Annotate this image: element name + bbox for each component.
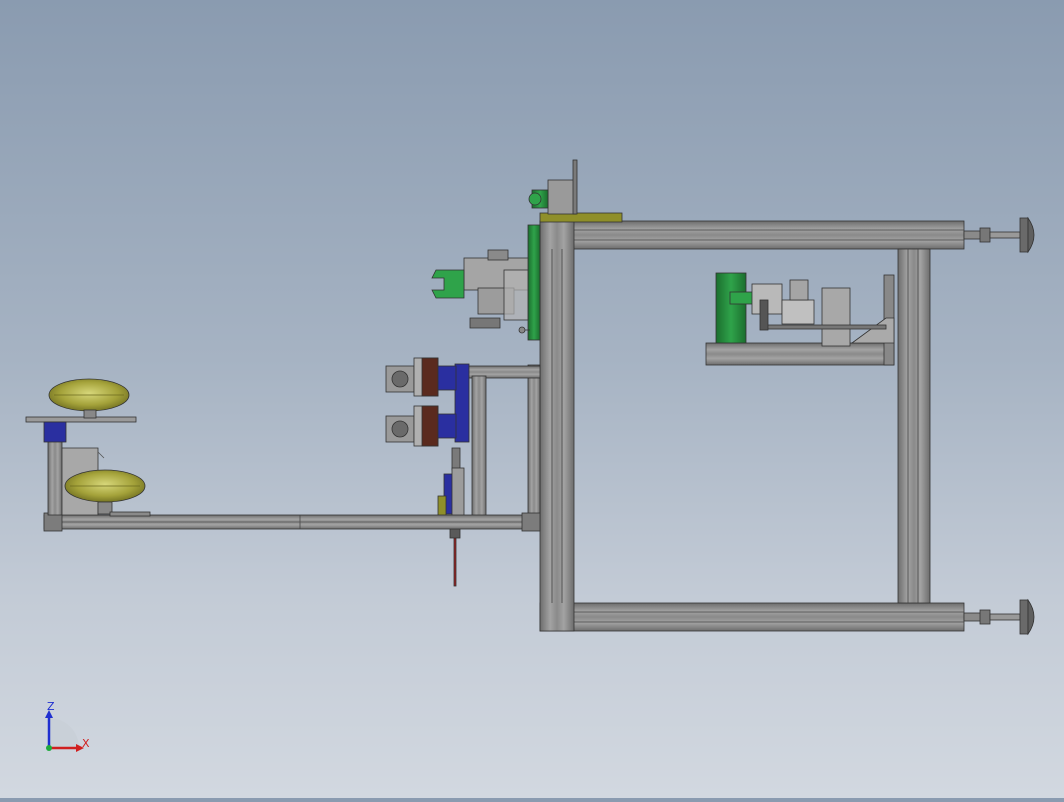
x-axis-label: X xyxy=(82,737,90,750)
assembly-drawing: Z X xyxy=(25,159,1035,752)
clamp-upper xyxy=(385,357,457,397)
leveling-feet xyxy=(963,216,1035,636)
frame-inner-post xyxy=(527,364,541,528)
frame-top-beam xyxy=(539,220,965,250)
top-mounted-motor xyxy=(528,159,623,223)
origin-icon xyxy=(46,745,52,751)
leveling-foot-top xyxy=(963,216,1035,254)
clamp-lower xyxy=(385,405,457,447)
reel-station xyxy=(25,378,151,517)
z-axis-label: Z xyxy=(47,700,55,713)
stack-post xyxy=(471,375,487,517)
frame-left-post xyxy=(539,220,575,632)
gripper-assembly xyxy=(431,224,541,341)
cad-viewport: Z X xyxy=(0,0,1064,798)
leveling-foot-bottom xyxy=(963,598,1035,636)
coordinate-triad: Z X xyxy=(45,700,90,752)
frame-bottom-beam xyxy=(539,602,965,632)
drive-unit xyxy=(705,272,895,366)
frame-right-post xyxy=(897,248,931,604)
vertical-cylinder-stack xyxy=(385,357,541,587)
red-rod xyxy=(453,533,457,587)
